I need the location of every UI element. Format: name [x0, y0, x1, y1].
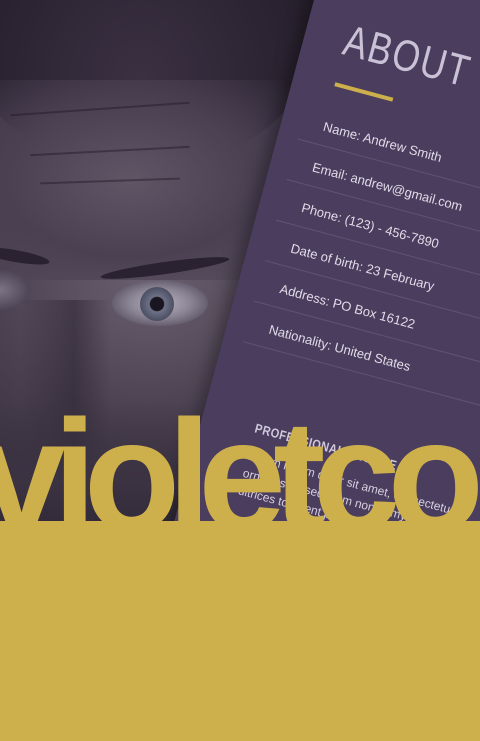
info-text: Address: PO Box 16122	[278, 281, 417, 332]
info-text: Phone: (123) - 456-7890	[299, 200, 441, 252]
title-accent-bar	[334, 82, 394, 102]
hero-poster: ABOUT Name: Andrew Smith Email: andrew@g…	[0, 0, 480, 741]
brand-wordmark: violetco	[0, 388, 480, 564]
iris	[140, 287, 174, 321]
info-text: Name: Andrew Smith	[321, 118, 444, 166]
card-title: ABOUT	[338, 16, 476, 97]
